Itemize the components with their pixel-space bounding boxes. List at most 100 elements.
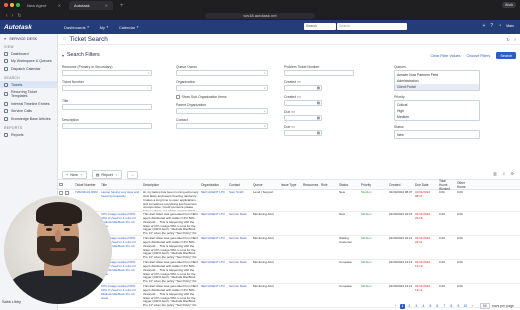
bell-icon[interactable]: ◔	[498, 23, 501, 29]
column-header-issue-type[interactable]: Issue Type	[280, 180, 302, 189]
created-from-field[interactable]: ▦	[284, 85, 322, 91]
choose-filters-button[interactable]: Choose Filters	[467, 54, 491, 58]
priority-listbox[interactable]: Critical High Medium	[394, 100, 480, 121]
table-row[interactable]: T20240131.0001CPU Usage reached 50% CPU …	[58, 236, 520, 260]
page-number[interactable]: 9	[456, 304, 461, 309]
sidebar-item-my-workspace[interactable]: My Workspace & Queues	[0, 58, 57, 66]
column-header-ticket-number[interactable]: Ticket Number	[74, 180, 100, 189]
created-to-field[interactable]: ▦	[284, 100, 322, 106]
due-to-field[interactable]: ▦	[284, 130, 322, 136]
due-from-field[interactable]: ▦	[284, 115, 322, 121]
sidebar-item-dashboard[interactable]: Dashboard	[0, 50, 57, 58]
search-button[interactable]: Search	[496, 52, 516, 59]
nav-my[interactable]: My ▼	[100, 25, 109, 30]
page-number[interactable]: 2	[407, 304, 412, 309]
status-listbox[interactable]: New	[394, 130, 480, 139]
sidebar-item-reports[interactable]: Reports	[0, 131, 57, 139]
forward-icon[interactable]: ›	[12, 13, 14, 19]
cell-contact[interactable]: Sam Smith	[228, 190, 252, 211]
help-icon[interactable]: ?	[490, 23, 493, 29]
checkbox-icon[interactable]	[176, 95, 180, 99]
search-icon[interactable]: ⌕	[264, 109, 266, 114]
column-header-title[interactable]: Title	[100, 180, 142, 189]
settings-icon[interactable]: ⚙	[510, 171, 514, 176]
page-number[interactable]: 7	[442, 304, 447, 309]
address-bar[interactable]: ww18.autotask.net	[205, 12, 315, 19]
list-item[interactable]: Medium	[395, 114, 479, 120]
sidebar-item-service-calls[interactable]: Service Calls	[0, 108, 57, 116]
reload-icon[interactable]: ↻	[17, 13, 21, 19]
plus-icon[interactable]: +	[482, 23, 485, 29]
new-button[interactable]: + New ▼	[62, 170, 87, 179]
calendar-icon[interactable]: ▦	[317, 131, 320, 136]
column-header-other-hours[interactable]: Other Hours	[456, 180, 474, 189]
show-sub-org-checkbox[interactable]: Show Sub-Organization Items	[176, 95, 268, 99]
column-header-organization[interactable]: Organization	[200, 180, 228, 189]
ticket-number-field[interactable]	[62, 85, 152, 91]
sidebar-item-tickets[interactable]: Tickets	[0, 80, 57, 89]
refresh-icon[interactable]: ↻	[506, 37, 509, 42]
column-header-contact[interactable]: Contact	[228, 180, 252, 189]
column-header-priority[interactable]: Priority	[360, 180, 388, 189]
search-icon[interactable]: ⌕	[264, 71, 266, 76]
page-number[interactable]: 1	[399, 303, 405, 309]
clear-filter-values-button[interactable]: Clear Filter Values	[430, 54, 460, 58]
search-icon[interactable]: ⌕	[264, 124, 266, 129]
close-tab-icon[interactable]: ✕	[58, 3, 61, 8]
organization-field[interactable]: ⌕	[176, 85, 268, 91]
search-input[interactable]: Search	[337, 23, 407, 30]
browser-tab-new-agent[interactable]: New Agent ✕	[22, 1, 66, 10]
queues-listbox[interactable]: Answer Now Partners Field Administration…	[394, 70, 480, 91]
column-header-description[interactable]: Description	[142, 180, 200, 189]
export-icon[interactable]: ⇩	[502, 171, 505, 176]
list-item[interactable]: Client Portal	[395, 83, 479, 90]
checkbox-icon[interactable]	[59, 191, 63, 195]
sidebar-home[interactable]: ≡ SERVICE DESK	[0, 34, 57, 42]
rows-per-page-select[interactable]: 50	[479, 303, 490, 309]
search-scope-select[interactable]: Search	[304, 23, 336, 30]
list-item[interactable]: New	[395, 132, 479, 138]
queue-owner-field[interactable]: ⌕	[176, 70, 268, 76]
page-number[interactable]: 6	[435, 304, 440, 309]
autotask-logo[interactable]: Autotask	[0, 24, 58, 31]
cell-contact[interactable]: Service Desk	[228, 236, 252, 259]
cell-contact[interactable]: Service Desk	[228, 212, 252, 235]
problem-ticket-field[interactable]	[284, 70, 354, 76]
sidebar-item-knowledge-base[interactable]: Knowledge Base Articles	[0, 115, 57, 123]
cell-organization[interactable]: NEO AGENT LTD	[200, 260, 228, 283]
search-filters-header[interactable]: ▾ Search Filters	[62, 52, 100, 58]
cell-contact[interactable]: Service Desk	[228, 260, 252, 283]
sidebar-item-timeline-entries[interactable]: Internal Timeline Entries	[0, 100, 57, 108]
column-header-queue[interactable]: Queue	[252, 180, 280, 189]
table-row[interactable]: T20240130.0003CPU Usage reached 50% CPU …	[58, 260, 520, 284]
new-tab-icon[interactable]: +	[116, 3, 128, 9]
next-page-icon[interactable]: ›	[470, 304, 475, 309]
column-header-created[interactable]: Created	[388, 180, 414, 189]
report-button[interactable]: ▤ Report ▼	[91, 170, 122, 179]
table-row[interactable]: T20240131.0002CPU Usage reached 50% CPU …	[58, 212, 520, 236]
calendar-icon[interactable]: ▦	[317, 86, 320, 91]
cell-organization[interactable]: NEO AGENT LTD	[200, 212, 228, 235]
page-number[interactable]: 3	[414, 304, 419, 309]
browser-profile[interactable]: Work	[501, 2, 516, 8]
menu-icon[interactable]: ≡	[4, 37, 6, 41]
column-header-status[interactable]: Status	[338, 180, 360, 189]
table-row[interactable]: T20240131.0003 Laptop having very slow an…	[58, 190, 520, 212]
cell-title[interactable]: Laptop having very slow and freezing fre…	[100, 190, 142, 211]
star-icon[interactable]: ☆	[62, 36, 66, 42]
resource-field[interactable]: ⌕	[62, 70, 152, 76]
column-header-total-hours[interactable]: Total Hours Worked	[438, 179, 456, 191]
parent-organization-field[interactable]: ⌕	[176, 108, 268, 114]
page-number[interactable]: 10	[463, 304, 468, 309]
checkbox-icon[interactable]	[59, 182, 63, 187]
page-number[interactable]: 8	[449, 304, 454, 309]
close-tab-icon[interactable]: ✕	[105, 3, 108, 8]
search-icon[interactable]: ⌕	[264, 86, 266, 91]
column-header-role[interactable]: Role	[320, 180, 338, 189]
column-header-due-date[interactable]: Due Date	[414, 180, 438, 189]
cell-organization[interactable]: NEO AGENT LTD	[200, 190, 228, 211]
prev-page-icon[interactable]: ‹	[393, 304, 398, 309]
more-button[interactable]: ...	[126, 170, 138, 179]
user-menu[interactable]: Marc	[506, 24, 514, 28]
page-number[interactable]: 5	[428, 304, 433, 309]
